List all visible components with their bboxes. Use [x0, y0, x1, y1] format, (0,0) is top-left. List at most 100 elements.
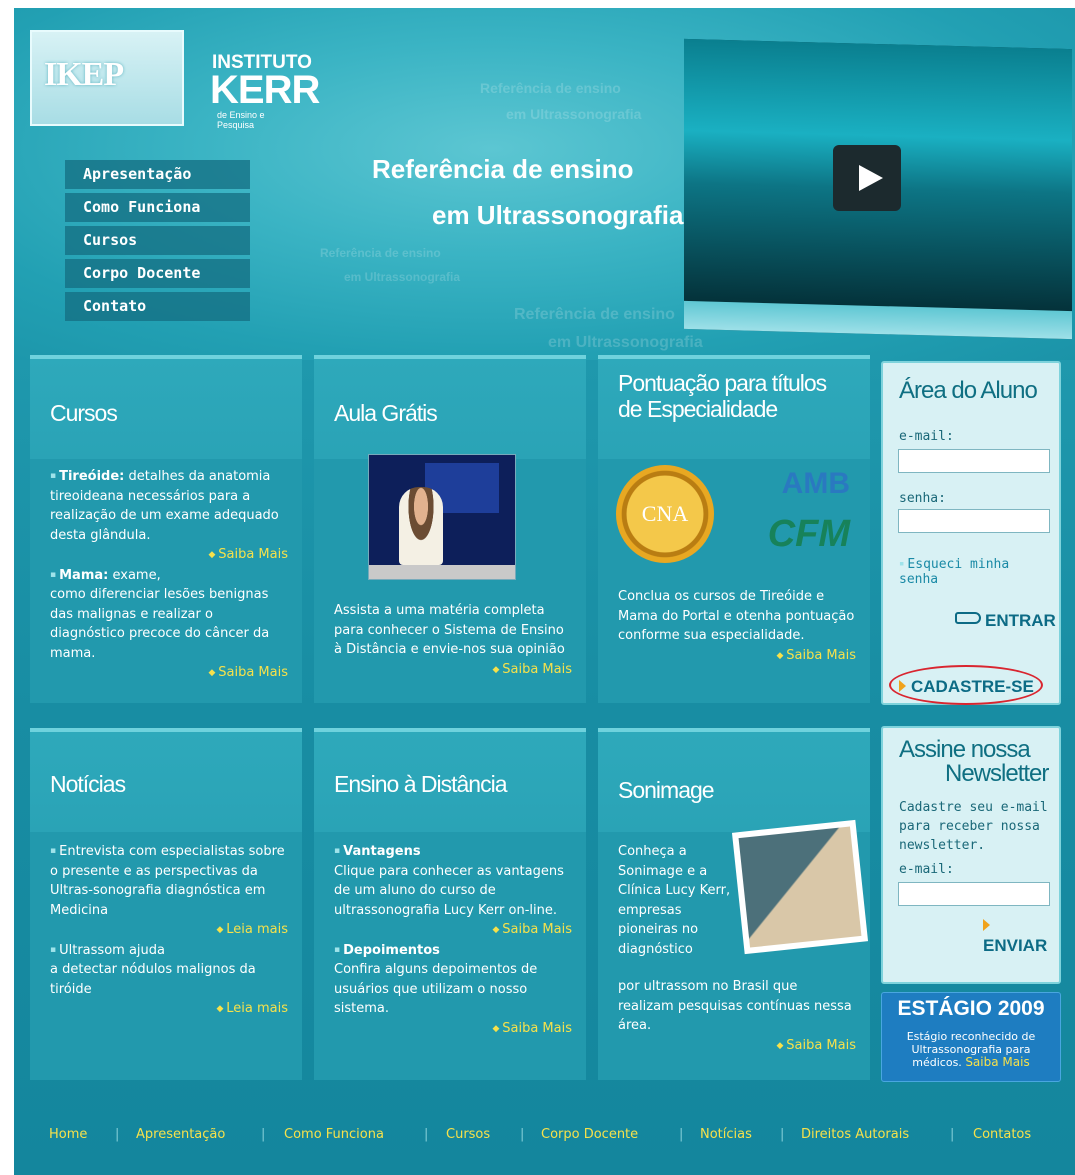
- newsletter-panel: Assine nossa Newsletter Cadastre seu e-m…: [881, 726, 1061, 984]
- cursos-panel: Cursos Tireóide: detalhes da anatomia ti…: [30, 355, 302, 703]
- footer-direitos-autorais[interactable]: Direitos Autorais: [801, 1127, 909, 1142]
- newsletter-email-field[interactable]: [898, 882, 1050, 906]
- mama-text: exame,: [108, 567, 161, 583]
- noticia-2-text-2[interactable]: a detectar nódulos malignos da tiróide: [50, 960, 288, 999]
- cfm-logo: CFM: [767, 513, 850, 555]
- estagio-banner[interactable]: ESTÁGIO 2009 Estágio reconhecido de Ultr…: [881, 992, 1061, 1082]
- sonimage-title: Sonimage: [618, 777, 715, 803]
- arrow-icon: [983, 919, 990, 931]
- amb-logo: AMB: [781, 467, 850, 500]
- entrar-button[interactable]: ENTRAR: [955, 611, 1056, 631]
- pontuacao-body: Conclua os cursos de Tireóide e Mama do …: [618, 587, 856, 666]
- logo-line2: KERR: [210, 68, 320, 112]
- logo-mark: IKEP: [30, 30, 184, 126]
- bullet-icon: [50, 469, 59, 484]
- password-field[interactable]: [898, 509, 1050, 533]
- player-controls[interactable]: [369, 565, 515, 579]
- hero-watermark: em Ultrassonografia: [506, 106, 642, 122]
- saiba-mais-link[interactable]: Saiba Mais: [965, 1055, 1029, 1069]
- bullet-icon: [334, 943, 343, 958]
- footer-cursos[interactable]: Cursos: [446, 1127, 490, 1142]
- ensino-panel: Ensino à Distância Vantagens Clique para…: [314, 728, 586, 1080]
- newsletter-title-2: Newsletter: [945, 760, 1049, 787]
- bullet-icon: [50, 844, 59, 859]
- cna-badge: CNA: [616, 465, 714, 563]
- aula-video-thumbnail[interactable]: [368, 454, 516, 580]
- aula-body: Assista a uma matéria completa para conh…: [334, 601, 572, 680]
- estagio-title: ESTÁGIO 2009: [897, 997, 1045, 1020]
- footer-noticias[interactable]: Notícias: [700, 1127, 752, 1142]
- sonimage-photo: [731, 819, 869, 955]
- cursos-title: Cursos: [50, 400, 118, 426]
- separator: |: [424, 1127, 429, 1142]
- noticia-1-text[interactable]: Entrevista com especialistas sobre o pre…: [50, 844, 285, 918]
- saiba-mais-link[interactable]: Saiba Mais: [334, 920, 572, 941]
- sonimage-panel: Sonimage Conheça a Sonimage e a Clínica …: [598, 728, 870, 1080]
- nav-contato[interactable]: Contato: [65, 292, 250, 321]
- noticia-2-text[interactable]: Ultrassom ajuda: [59, 943, 165, 958]
- depoimentos-text: Confira alguns depoimentos de usuários q…: [334, 962, 538, 1016]
- cursos-body: Tireóide: detalhes da anatomia tireoidea…: [50, 467, 288, 684]
- bullet-icon: [334, 844, 343, 859]
- aula-gratis-panel: Aula Grátis Assista a uma matéria comple…: [314, 355, 586, 703]
- footer-como-funciona[interactable]: Como Funciona: [284, 1127, 384, 1142]
- nav-cursos[interactable]: Cursos: [65, 226, 250, 255]
- email-label: e-mail:: [899, 429, 954, 444]
- aula-text: Assista a uma matéria completa para conh…: [334, 603, 565, 657]
- saiba-mais-link[interactable]: Saiba Mais: [50, 545, 288, 566]
- footer-nav: Home | Apresentação | Como Funciona | Cu…: [14, 1110, 1075, 1160]
- area-do-aluno-panel: Área do Aluno e-mail: senha: Esqueci min…: [881, 361, 1061, 705]
- estagio-text: Estágio reconhecido de Ultrassonografia …: [906, 1030, 1036, 1069]
- nav-apresentacao[interactable]: Apresentação: [65, 160, 250, 189]
- enviar-button[interactable]: ENVIAR: [983, 916, 1059, 956]
- senha-label: senha:: [899, 491, 946, 506]
- play-icon[interactable]: [833, 145, 901, 211]
- vantagens-title: Vantagens: [343, 844, 421, 859]
- saiba-mais-link[interactable]: Saiba Mais: [618, 1036, 856, 1057]
- main-nav: Apresentação Como Funciona Cursos Corpo …: [65, 160, 250, 325]
- sonimage-body-b: por ultrassom no Brasil que realizam pes…: [618, 977, 856, 1056]
- hero-watermark: em Ultrassonografia: [548, 334, 703, 351]
- area-do-aluno-title: Área do Aluno: [899, 377, 1038, 404]
- presenter-image: [399, 487, 443, 565]
- saiba-mais-link[interactable]: Saiba Mais: [618, 646, 856, 667]
- pontuacao-text: Conclua os cursos de Tireóide e Mama do …: [618, 589, 855, 643]
- newsletter-email-label: e-mail:: [899, 862, 954, 877]
- hero-watermark: Referência de ensino: [320, 246, 441, 260]
- hero-watermark: em Ultrassonografia: [344, 270, 461, 284]
- sonimage-text: por ultrassom no Brasil que realizam pes…: [618, 979, 852, 1033]
- noticias-title: Notícias: [50, 771, 126, 797]
- separator: |: [261, 1127, 266, 1142]
- footer-corpo-docente[interactable]: Corpo Docente: [541, 1127, 638, 1142]
- page: Referência de ensino em Ultrassonografia…: [0, 0, 1075, 1175]
- nav-corpo-docente[interactable]: Corpo Docente: [65, 259, 250, 288]
- hero-watermark: Referência de ensino: [480, 80, 621, 96]
- pontuacao-title-2: de Especialidade: [618, 396, 778, 422]
- tireoide-title: Tireóide:: [59, 469, 125, 484]
- noticias-panel: Notícias Entrevista com especialistas so…: [30, 728, 302, 1080]
- bullet-icon: [50, 943, 59, 958]
- noticias-body: Entrevista com especialistas sobre o pre…: [50, 842, 288, 1020]
- email-field[interactable]: [898, 449, 1050, 473]
- separator: |: [679, 1127, 684, 1142]
- saiba-mais-link[interactable]: Saiba Mais: [50, 663, 288, 684]
- saiba-mais-link[interactable]: Saiba Mais: [334, 660, 572, 681]
- key-icon: [955, 612, 981, 624]
- vantagens-text: Clique para conhecer as vantagens de um …: [334, 863, 564, 918]
- pontuacao-panel: Pontuação para títulos de Especialidade …: [598, 355, 870, 703]
- footer-home[interactable]: Home: [49, 1127, 87, 1142]
- forgot-password-link[interactable]: Esqueci minha senha: [899, 557, 1051, 587]
- footer-apresentacao[interactable]: Apresentação: [136, 1127, 225, 1142]
- pontuacao-title-1: Pontuação para títulos: [618, 370, 827, 396]
- leia-mais-link[interactable]: Leia mais: [50, 999, 288, 1020]
- nav-como-funciona[interactable]: Como Funciona: [65, 193, 250, 222]
- depoimentos-title: Depoimentos: [343, 942, 440, 958]
- hero-tagline-1: Referência de ensino: [372, 154, 634, 184]
- footer-contatos[interactable]: Contatos: [973, 1127, 1031, 1142]
- separator: |: [115, 1127, 120, 1142]
- mama-text-2: como diferenciar lesões benignas das mal…: [50, 587, 270, 661]
- saiba-mais-link[interactable]: Saiba Mais: [334, 1019, 572, 1040]
- leia-mais-link[interactable]: Leia mais: [50, 920, 288, 941]
- newsletter-text: Cadastre seu e-mail para receber nossa n…: [899, 800, 1048, 853]
- site-logo[interactable]: IKEP INSTITUTO KERR de Ensino e Pesquisa: [30, 30, 320, 130]
